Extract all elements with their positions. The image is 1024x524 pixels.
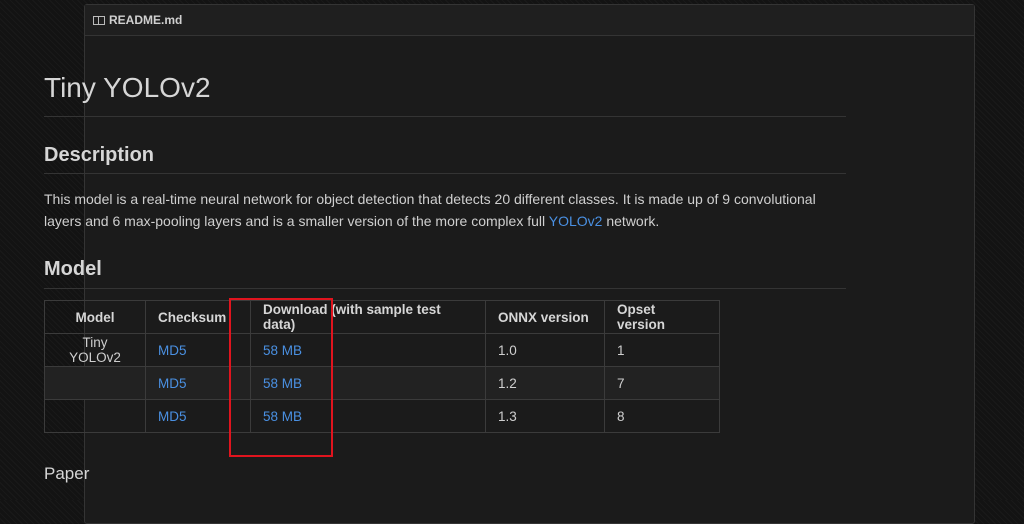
cell-model: Tiny YOLOv2 <box>44 333 146 367</box>
table-row: MD5 58 MB 1.2 7 <box>44 366 720 400</box>
cell-onnx-version: 1.3 <box>485 399 605 433</box>
paper-heading: Paper <box>44 464 90 483</box>
checksum-link[interactable]: MD5 <box>158 343 187 358</box>
description-text: This model is a real-time neural network… <box>44 188 844 232</box>
page-title: Tiny YOLOv2 <box>44 72 211 103</box>
yolov2-link[interactable]: YOLOv2 <box>549 213 603 229</box>
readme-header: README.md <box>85 5 974 36</box>
cell-model <box>44 399 146 433</box>
table-header-row: Model Checksum Download (with sample tes… <box>44 300 720 334</box>
cell-opset-version: 1 <box>604 333 720 367</box>
checksum-link[interactable]: MD5 <box>158 376 187 391</box>
model-heading: Model <box>44 258 102 280</box>
checksum-highlight-box <box>229 298 333 457</box>
description-divider <box>44 173 846 174</box>
model-divider <box>44 288 846 289</box>
cell-model <box>44 366 146 400</box>
description-text-part2: network. <box>602 213 660 229</box>
readme-panel: README.md <box>84 4 975 524</box>
cell-onnx-version: 1.2 <box>485 366 605 400</box>
cell-opset-version: 7 <box>604 366 720 400</box>
description-text-part1: This model is a real-time neural network… <box>44 191 816 229</box>
checksum-link[interactable]: MD5 <box>158 409 187 424</box>
column-header-model: Model <box>44 300 146 334</box>
table-row: Tiny YOLOv2 MD5 58 MB 1.0 1 <box>44 333 720 367</box>
readme-filename: README.md <box>109 13 183 27</box>
cell-opset-version: 8 <box>604 399 720 433</box>
model-table: Model Checksum Download (with sample tes… <box>44 300 720 433</box>
column-header-onnx: ONNX version <box>485 300 605 334</box>
book-icon <box>93 15 105 25</box>
table-row: MD5 58 MB 1.3 8 <box>44 399 720 433</box>
description-heading: Description <box>44 144 155 166</box>
cell-onnx-version: 1.0 <box>485 333 605 367</box>
title-divider <box>44 116 846 117</box>
column-header-opset: Opset version <box>604 300 720 334</box>
